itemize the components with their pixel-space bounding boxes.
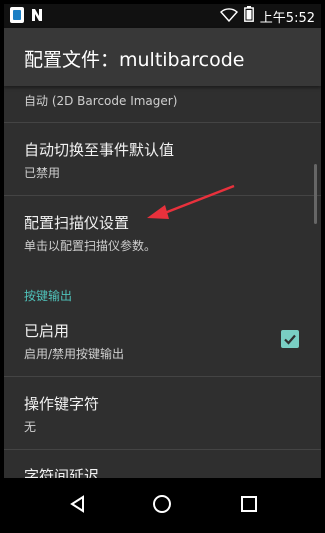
back-icon: [70, 494, 84, 513]
recents-button[interactable]: [219, 478, 279, 529]
screen: 上午5:52 配置文件：multibarcode 自动 (2D Barcode …: [4, 4, 321, 529]
back-button[interactable]: [48, 478, 108, 529]
device-frame: 上午5:52 配置文件：multibarcode 自动 (2D Barcode …: [0, 0, 325, 533]
home-icon: [153, 494, 171, 513]
home-button[interactable]: [132, 478, 192, 529]
recents-icon: [241, 495, 257, 512]
red-arrow-icon: [147, 184, 235, 219]
navigation-bar: [4, 478, 321, 529]
